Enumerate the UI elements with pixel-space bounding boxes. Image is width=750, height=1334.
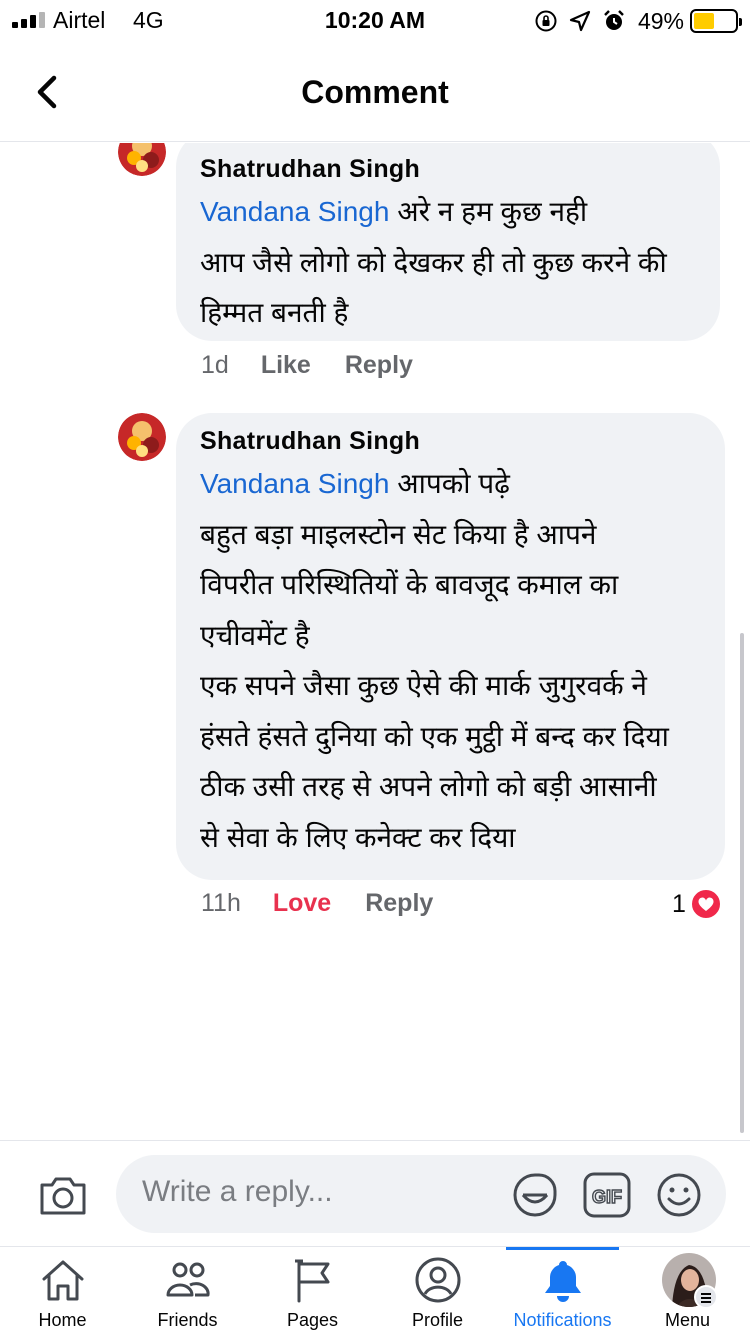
location-arrow-icon: [569, 10, 591, 32]
tab-menu[interactable]: Menu: [625, 1247, 750, 1334]
comment-time: 11h: [201, 889, 241, 917]
reply-button[interactable]: Reply: [345, 351, 413, 380]
reaction-count: 1: [672, 889, 686, 918]
reply-composer: Write a reply... GIF: [0, 1140, 750, 1246]
comment-text: हंसते हंसते दुनिया को एक मुट्ठी में बन्द…: [200, 720, 669, 752]
love-button[interactable]: Love: [273, 889, 331, 918]
bottom-tab-bar: Home Friends Pages Profile Notifications…: [0, 1246, 750, 1334]
avatar[interactable]: [118, 413, 166, 461]
tab-label: Pages: [286, 1310, 339, 1330]
comment-text: आप जैसे लोगो को देखकर ही तो कुछ करने की: [200, 246, 667, 278]
tab-label: Profile: [411, 1310, 464, 1330]
comment-author[interactable]: Shatrudhan Singh: [200, 423, 701, 459]
alarm-icon: [604, 10, 624, 30]
tab-label: Friends: [157, 1310, 218, 1330]
battery-percent: 49%: [637, 7, 684, 34]
comment-line: Vandana Singh आपको पढ़े: [200, 459, 701, 510]
comment-thread[interactable]: Shatrudhan Singh Vandana Singh अरे न हम …: [0, 143, 750, 1140]
friends-icon: [166, 1262, 210, 1297]
tab-label: Home: [38, 1310, 87, 1330]
tab-profile[interactable]: Profile: [375, 1247, 500, 1334]
comment-text: अरे न हम कुछ नही: [397, 196, 588, 227]
status-bar: Airtel 4G 10:20 AM 49%: [0, 0, 750, 42]
orientation-lock-icon: [535, 10, 557, 32]
comment-text: ठीक उसी तरह से अपने लोगो को बड़ी आसानी: [200, 771, 657, 802]
bell-icon: [545, 1261, 581, 1302]
tab-pages[interactable]: Pages: [250, 1247, 375, 1334]
comment-header: Comment: [0, 42, 750, 142]
avatar[interactable]: [118, 143, 166, 176]
camera-icon[interactable]: [38, 1173, 88, 1217]
comment-text: बहुत बड़ा माइलस्टोन सेट किया है आपने: [200, 518, 597, 550]
comment-text: हिम्मत बनती है: [200, 297, 349, 328]
gif-label: GIF: [592, 1187, 622, 1207]
gif-icon[interactable]: GIF: [583, 1172, 631, 1218]
menu-badge-icon: [694, 1285, 718, 1309]
comment-text: आपको पढ़े: [397, 468, 510, 499]
home-icon: [42, 1260, 84, 1301]
comment-text: विपरीत परिस्थितियों के बावजूद कमाल का: [200, 569, 619, 600]
tab-label: Menu: [664, 1310, 711, 1330]
tab-home[interactable]: Home: [0, 1247, 125, 1334]
comment-actions: 1d Like Reply: [201, 351, 447, 380]
reply-button[interactable]: Reply: [365, 889, 433, 918]
reaction-summary[interactable]: 1: [672, 888, 722, 920]
emoji-icon[interactable]: [656, 1172, 702, 1218]
mention-link[interactable]: Vandana Singh: [200, 196, 389, 227]
comment-bubble: Shatrudhan Singh Vandana Singh अरे न हम …: [176, 143, 720, 341]
comment-text: से सेवा के लिए कनेक्ट कर दिया: [200, 821, 516, 853]
comment-author[interactable]: Shatrudhan Singh: [200, 151, 696, 187]
reply-placeholder: Write a reply...: [142, 1175, 333, 1208]
tab-label: Notifications: [513, 1310, 612, 1330]
scrollbar[interactable]: [740, 633, 744, 1133]
mention-link[interactable]: Vandana Singh: [200, 468, 389, 499]
sticker-icon[interactable]: [511, 1171, 559, 1219]
comment-actions: 11h Love Reply: [201, 889, 467, 918]
comment-time: 1d: [201, 351, 229, 379]
tab-notifications[interactable]: Notifications: [500, 1247, 625, 1334]
heart-icon: [689, 888, 722, 920]
comment-bubble: Shatrudhan Singh Vandana Singh आपको पढ़े…: [176, 413, 725, 880]
comment-line: Vandana Singh अरे न हम कुछ नही: [200, 187, 696, 238]
flag-icon: [295, 1259, 330, 1303]
profile-icon: [415, 1257, 461, 1303]
comment-text: एचीवमेंट है: [200, 619, 310, 651]
like-button[interactable]: Like: [261, 351, 311, 380]
comment-text: एक सपने जैसा कुछ ऐसे की मार्क जुगुरवर्क …: [200, 670, 647, 701]
reply-input[interactable]: Write a reply... GIF: [116, 1155, 726, 1233]
battery-icon: [690, 9, 742, 33]
battery-level: [694, 13, 714, 29]
status-right: 49%: [534, 6, 742, 36]
page-title: Comment: [301, 74, 449, 110]
tab-friends[interactable]: Friends: [125, 1247, 250, 1334]
